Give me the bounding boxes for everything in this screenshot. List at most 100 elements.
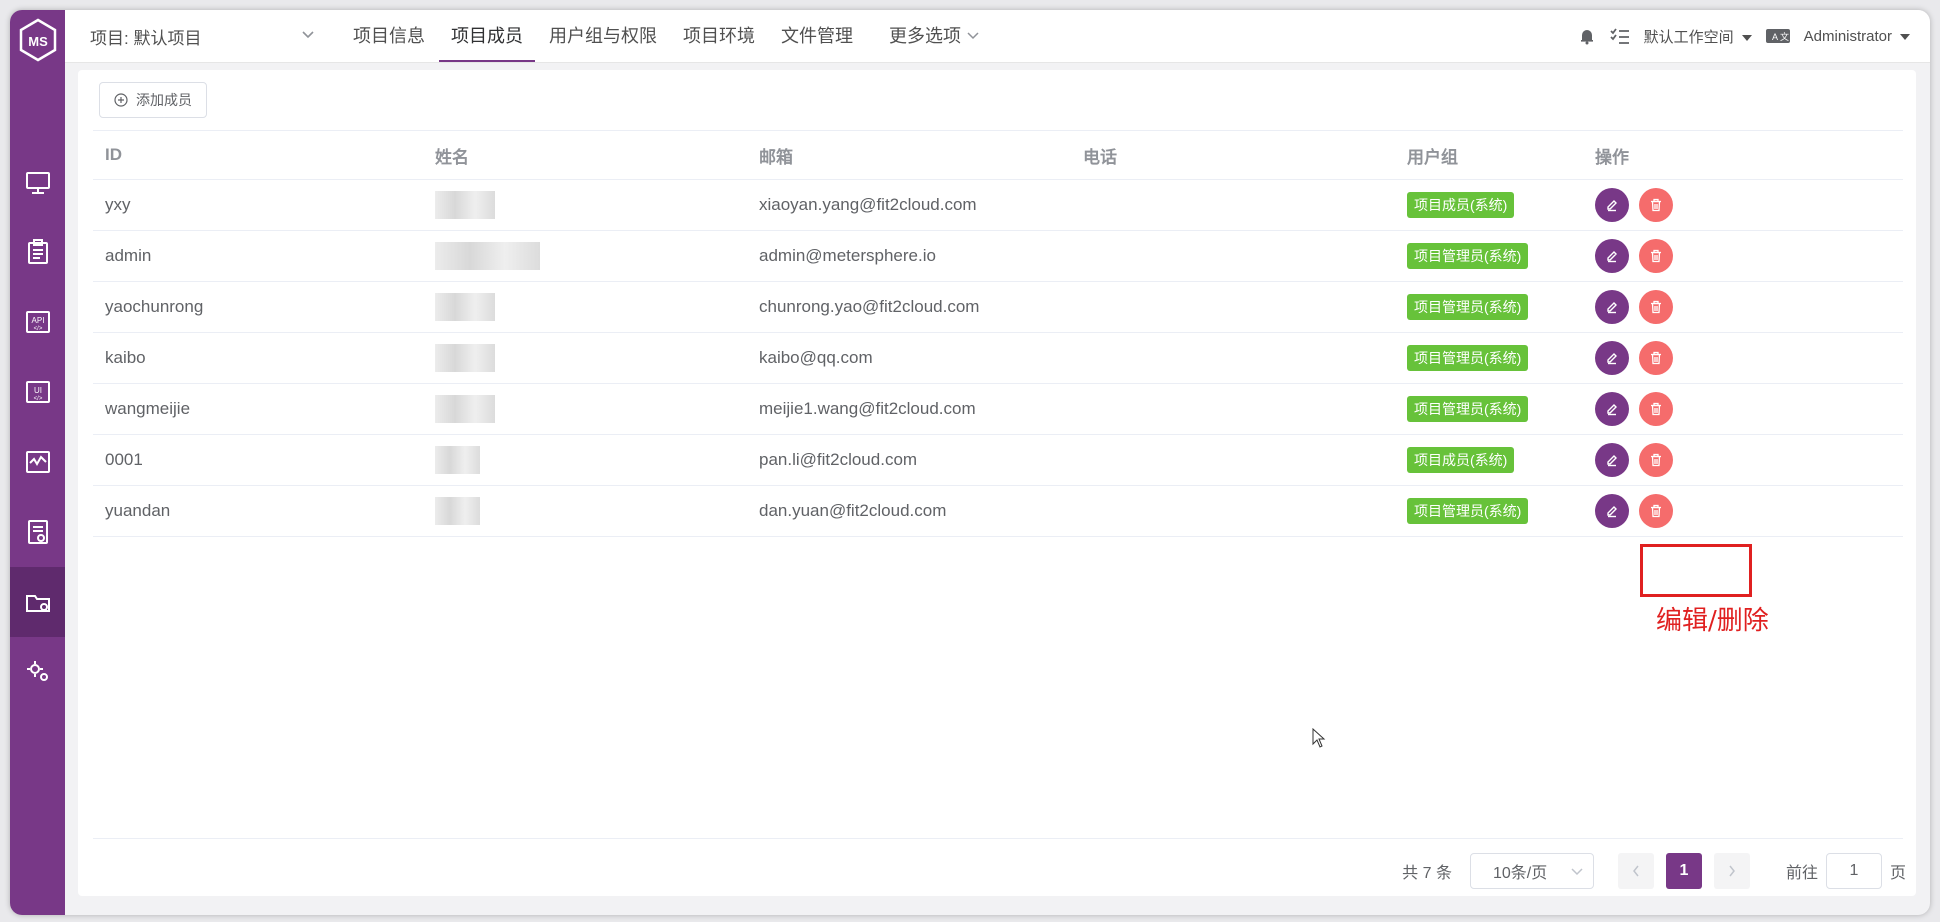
footer-divider bbox=[93, 838, 1903, 839]
cell-actions bbox=[1583, 281, 1903, 333]
user-group-tag: 项目管理员(系统) bbox=[1407, 345, 1529, 371]
header-tools: 默认工作空间 A文 Administrator bbox=[1578, 10, 1910, 62]
total-count: 共 7 条 bbox=[1402, 865, 1452, 882]
pagination: 共 7 条 10条/页 1 前往 1 页 bbox=[1402, 853, 1906, 889]
metersphere-logo[interactable]: MS bbox=[18, 18, 58, 62]
delete-button[interactable] bbox=[1639, 239, 1673, 273]
page-suffix-label: 页 bbox=[1889, 865, 1906, 882]
pencil-icon bbox=[1607, 506, 1617, 518]
menu-file-management[interactable]: 文件管理 bbox=[781, 10, 853, 62]
nav-settings[interactable] bbox=[10, 637, 65, 707]
page-size-select[interactable]: 10条/页 bbox=[1469, 853, 1594, 889]
goto-page-input[interactable]: 1 bbox=[1825, 853, 1882, 889]
app-window: MS API </> UI </> 项目: 默认项目 项目信息 项目成员 用户组… bbox=[10, 10, 1930, 915]
chevron-down-icon bbox=[1571, 868, 1583, 876]
menu-user-groups[interactable]: 用户组与权限 bbox=[549, 10, 657, 62]
add-member-label: 添加成员 bbox=[136, 92, 192, 108]
redacted-name bbox=[435, 191, 495, 219]
nav-performance[interactable] bbox=[10, 427, 65, 497]
project-folder-icon bbox=[25, 595, 50, 612]
nav-ui[interactable]: UI </> bbox=[10, 357, 65, 427]
api-icon: API</> bbox=[25, 311, 50, 333]
page-size-value: 10条/页 bbox=[1492, 865, 1548, 882]
table-row: admin admin@metersphere.io 项目管理员(系统) bbox=[93, 230, 1903, 282]
trash-icon bbox=[1651, 198, 1661, 212]
menu-project-info[interactable]: 项目信息 bbox=[353, 10, 425, 62]
pencil-icon bbox=[1607, 302, 1617, 314]
cell-phone bbox=[1071, 332, 1395, 384]
cell-user-group: 项目管理员(系统) bbox=[1395, 485, 1583, 537]
sidebar: MS API </> UI </> bbox=[10, 10, 65, 915]
redacted-name bbox=[435, 344, 495, 372]
pencil-icon bbox=[1607, 404, 1617, 416]
logo-text: MS bbox=[28, 34, 48, 49]
delete-button[interactable] bbox=[1639, 494, 1673, 528]
svg-text:A: A bbox=[1772, 32, 1778, 42]
cell-actions bbox=[1583, 383, 1903, 435]
chevron-right-icon bbox=[1729, 865, 1735, 877]
nav-workstation[interactable] bbox=[10, 148, 65, 218]
cell-actions bbox=[1583, 332, 1903, 384]
cell-email: meijie1.wang@fit2cloud.com bbox=[747, 383, 1071, 435]
nav-track[interactable] bbox=[10, 217, 65, 287]
nav-report[interactable] bbox=[10, 497, 65, 567]
column-header-name[interactable]: 姓名 bbox=[423, 130, 747, 180]
cell-user-group: 项目管理员(系统) bbox=[1395, 230, 1583, 282]
user-group-tag: 项目管理员(系统) bbox=[1407, 243, 1529, 269]
page-number-current[interactable]: 1 bbox=[1665, 853, 1702, 889]
language-icon[interactable]: A文 bbox=[1765, 29, 1790, 43]
delete-button[interactable] bbox=[1639, 392, 1673, 426]
clipboard-icon bbox=[27, 239, 48, 264]
cell-phone bbox=[1071, 281, 1395, 333]
caret-down-icon bbox=[1900, 33, 1910, 40]
trash-icon bbox=[1651, 300, 1661, 314]
annotation-label: 编辑/删除 bbox=[1656, 606, 1769, 636]
chevron-left-icon bbox=[1633, 865, 1639, 877]
table-header-row: ID 姓名 邮箱 电话 用户组 操作 bbox=[93, 130, 1903, 180]
column-header-phone[interactable]: 电话 bbox=[1071, 130, 1395, 180]
edit-button[interactable] bbox=[1595, 341, 1629, 375]
workspace-selector[interactable]: 默认工作空间 bbox=[1644, 26, 1752, 47]
column-header-id[interactable]: ID bbox=[93, 130, 423, 180]
cell-id: yaochunrong bbox=[93, 281, 423, 333]
svg-text:UI: UI bbox=[34, 386, 42, 395]
nav-api[interactable]: API </> bbox=[10, 287, 65, 357]
delete-button[interactable] bbox=[1639, 188, 1673, 222]
menu-more-options[interactable]: 更多选项 bbox=[889, 10, 979, 62]
table-row: 0001 pan.li@fit2cloud.com 项目成员(系统) bbox=[93, 434, 1903, 486]
trash-icon bbox=[1651, 402, 1661, 416]
user-group-tag: 项目成员(系统) bbox=[1407, 192, 1515, 218]
delete-button[interactable] bbox=[1639, 443, 1673, 477]
cell-email: kaibo@qq.com bbox=[747, 332, 1071, 384]
edit-button[interactable] bbox=[1595, 239, 1629, 273]
delete-button[interactable] bbox=[1639, 290, 1673, 324]
pencil-icon bbox=[1607, 251, 1617, 263]
task-list-icon[interactable] bbox=[1609, 27, 1630, 45]
column-header-email[interactable]: 邮箱 bbox=[747, 130, 1071, 180]
menu-project-env[interactable]: 项目环境 bbox=[683, 10, 755, 62]
menu-project-members[interactable]: 项目成员 bbox=[439, 10, 535, 62]
edit-button[interactable] bbox=[1595, 188, 1629, 222]
cell-name bbox=[423, 383, 747, 435]
goto-label: 前往 bbox=[1785, 865, 1818, 882]
user-menu[interactable]: Administrator bbox=[1804, 28, 1910, 45]
cell-user-group: 项目管理员(系统) bbox=[1395, 332, 1583, 384]
bell-icon[interactable] bbox=[1578, 27, 1596, 45]
edit-button[interactable] bbox=[1595, 392, 1629, 426]
cell-id: 0001 bbox=[93, 434, 423, 486]
add-member-button[interactable]: 添加成员 bbox=[99, 82, 207, 118]
edit-button[interactable] bbox=[1595, 443, 1629, 477]
user-group-tag: 项目管理员(系统) bbox=[1407, 498, 1529, 524]
edit-button[interactable] bbox=[1595, 494, 1629, 528]
delete-button[interactable] bbox=[1639, 341, 1673, 375]
top-menu: 项目信息 项目成员 用户组与权限 项目环境 文件管理 更多选项 bbox=[353, 10, 1005, 62]
nav-project[interactable] bbox=[10, 567, 65, 637]
svg-text:文: 文 bbox=[1780, 31, 1789, 42]
chevron-down-icon bbox=[967, 32, 979, 40]
more-options-label: 更多选项 bbox=[889, 26, 961, 46]
prev-page-button[interactable] bbox=[1617, 853, 1654, 889]
edit-button[interactable] bbox=[1595, 290, 1629, 324]
project-selector[interactable]: 项目: 默认项目 bbox=[90, 10, 315, 62]
next-page-button[interactable] bbox=[1713, 853, 1750, 889]
column-header-user-group[interactable]: 用户组 bbox=[1395, 130, 1583, 180]
